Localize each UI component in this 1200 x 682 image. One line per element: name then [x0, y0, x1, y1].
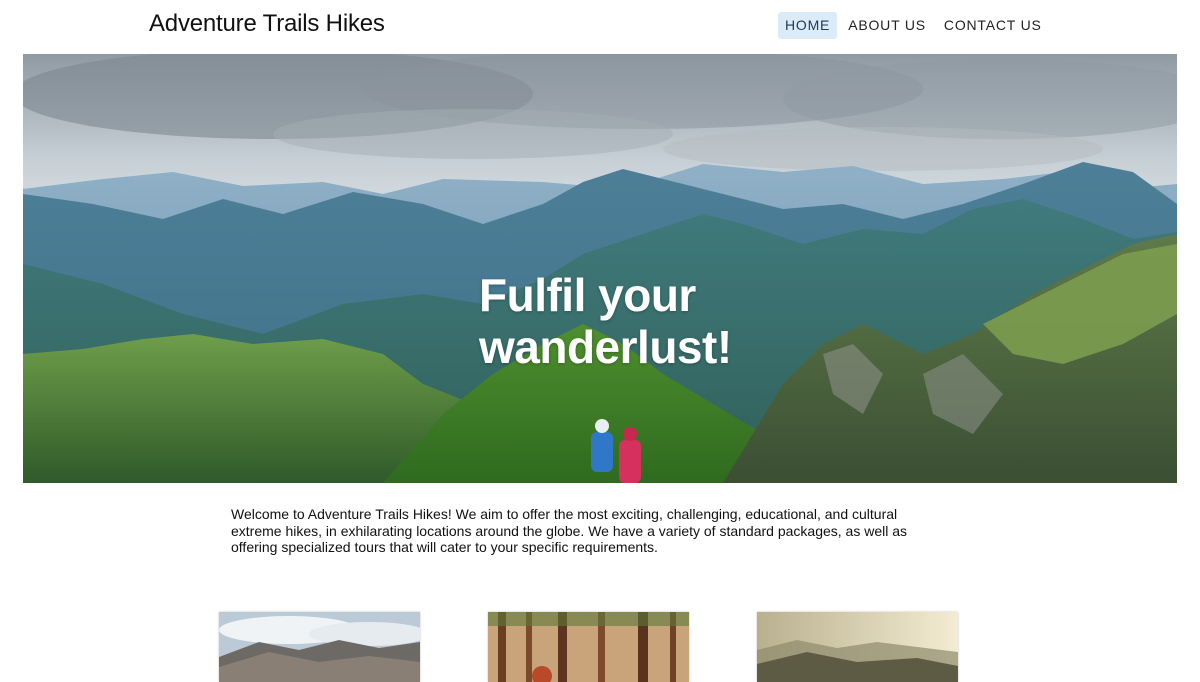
hero-heading-line-1: Fulfil your [479, 269, 696, 321]
tour-card-image-2[interactable] [488, 612, 689, 682]
tour-card-image-3[interactable] [757, 612, 958, 682]
main-nav: HOME ABOUT US CONTACT US [778, 12, 1049, 39]
nav-contact-us[interactable]: CONTACT US [937, 12, 1049, 39]
hero-banner: Fulfil your wanderlust! [23, 54, 1177, 483]
mountain-summit-image [219, 612, 420, 682]
intro-paragraph: Welcome to Adventure Trails Hikes! We ai… [231, 506, 908, 555]
hero-heading: Fulfil your wanderlust! [479, 269, 779, 373]
site-title[interactable]: Adventure Trails Hikes [149, 10, 385, 38]
sunset-mountains-image [757, 612, 958, 682]
nav-about-us[interactable]: ABOUT US [841, 12, 933, 39]
nav-home[interactable]: HOME [778, 12, 838, 39]
site-header: Adventure Trails Hikes HOME ABOUT US CON… [0, 0, 1200, 54]
hero-heading-line-2: wanderlust! [479, 321, 732, 373]
forest-image [488, 612, 689, 682]
tour-card-image-1[interactable] [219, 612, 420, 682]
